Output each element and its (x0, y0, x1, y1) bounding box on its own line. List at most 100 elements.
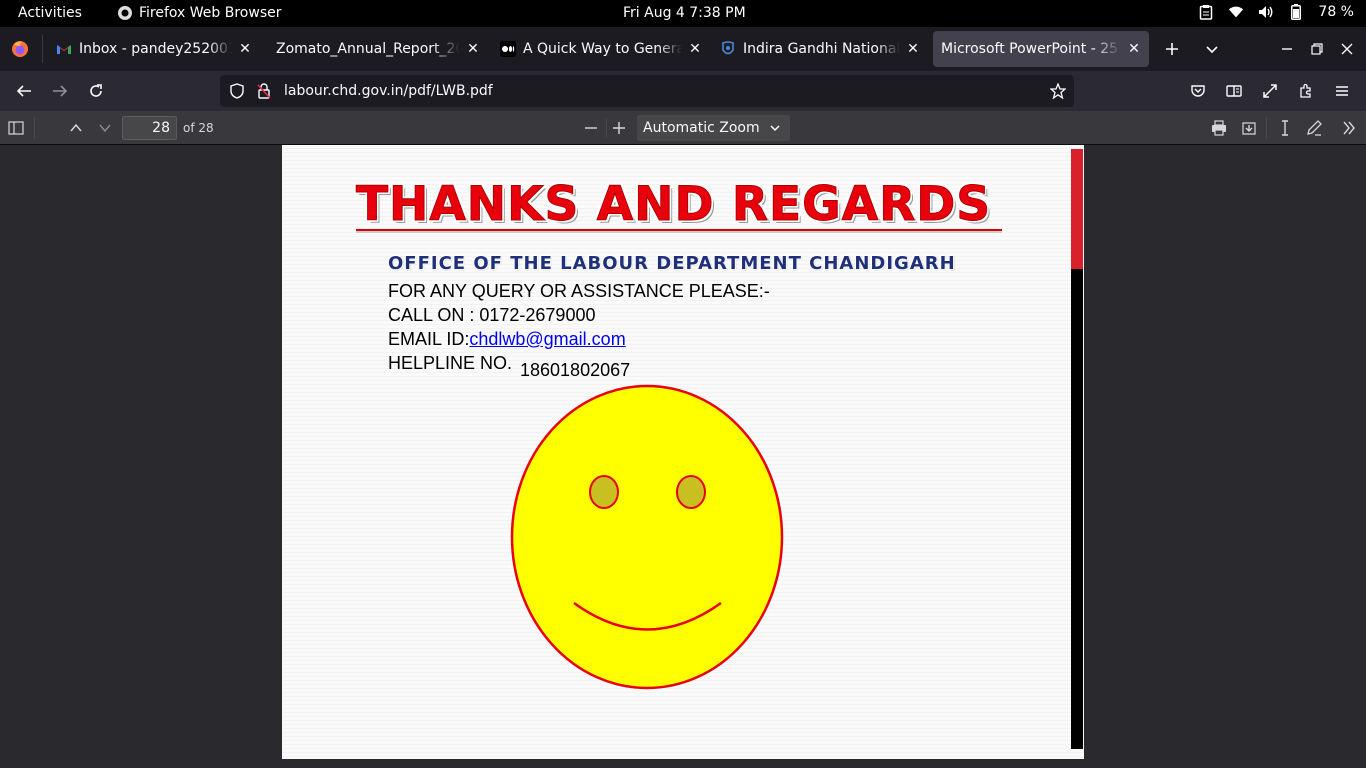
previous-page-button[interactable] (65, 117, 87, 139)
plus-icon (613, 122, 625, 134)
chevron-down-icon (1206, 46, 1218, 54)
tab-powerpoint[interactable]: Microsoft PowerPoint - 25.0 ✕ (933, 31, 1149, 67)
insecure-lock-icon[interactable] (256, 83, 272, 99)
tab-title: Microsoft PowerPoint - 25.0 (941, 41, 1121, 57)
next-page-button[interactable] (94, 117, 116, 139)
print-button[interactable] (1208, 117, 1230, 139)
activities-button[interactable]: Activities (18, 5, 82, 21)
smiley-face (510, 384, 784, 690)
battery-percentage: 78 % (1318, 4, 1354, 20)
bookmark-star-icon[interactable] (1050, 83, 1066, 99)
clock[interactable]: Fri Aug 4 7:38 PM (623, 5, 746, 21)
sidebar-toggle-icon (8, 121, 24, 135)
list-all-tabs-button[interactable] (1202, 39, 1222, 59)
close-window-button[interactable] (1337, 39, 1357, 59)
zoom-in-button[interactable] (608, 117, 630, 139)
pdf-page: THANKS AND REGARDS OFFICE OF THE LABOUR … (282, 145, 1084, 759)
zoom-out-button[interactable] (580, 117, 602, 139)
helpline-number: 18601802067 (520, 360, 631, 380)
close-icon[interactable]: ✕ (906, 41, 920, 57)
sidebar-icon (1226, 85, 1242, 97)
tab-medium-article[interactable]: A Quick Way to Generate ✕ (492, 31, 710, 67)
close-icon[interactable]: ✕ (238, 41, 252, 57)
title-underline (356, 229, 1002, 231)
firefox-app-icon (118, 6, 132, 20)
system-tray[interactable]: 78 % (1198, 4, 1354, 20)
app-menu[interactable]: Firefox Web Browser (117, 5, 282, 21)
download-icon (1242, 122, 1256, 135)
email-line: EMAIL ID:chdlwb@gmail.com (388, 329, 626, 350)
volume-icon[interactable] (1258, 4, 1274, 20)
restore-icon (1311, 43, 1323, 55)
draw-button[interactable] (1303, 117, 1325, 139)
navigation-toolbar: labour.chd.gov.in/pdf/LWB.pdf (0, 71, 1366, 111)
fullscreen-button[interactable] (1258, 79, 1282, 103)
email-link[interactable]: chdlwb@gmail.com (469, 329, 625, 349)
tab-ignou[interactable]: Indira Gandhi National O ✕ (712, 31, 928, 67)
chevron-down-icon (770, 125, 780, 132)
toolbar-separator (1266, 117, 1267, 139)
tracking-protection-shield-icon[interactable] (229, 83, 245, 99)
reload-button[interactable] (84, 79, 108, 103)
zoom-value: Automatic Zoom (643, 120, 760, 136)
minus-icon (585, 127, 597, 129)
new-tab-button[interactable] (1162, 39, 1182, 59)
call-line: CALL ON : 0172-2679000 (388, 305, 596, 325)
back-button[interactable] (12, 79, 36, 103)
smiley-face-icon (510, 384, 784, 690)
close-icon[interactable]: ✕ (466, 41, 480, 57)
minimize-icon (1282, 48, 1292, 50)
url-bar[interactable]: labour.chd.gov.in/pdf/LWB.pdf (220, 75, 1074, 107)
close-icon[interactable]: ✕ (1127, 41, 1141, 57)
pdf-viewer[interactable]: THANKS AND REGARDS OFFICE OF THE LABOUR … (0, 145, 1366, 768)
tab-zomato-report[interactable]: Zomato_Annual_Report_20 ✕ (268, 31, 488, 67)
app-menu-button[interactable] (1330, 79, 1354, 103)
restore-button[interactable] (1307, 39, 1327, 59)
minimize-button[interactable] (1277, 39, 1297, 59)
firefox-logo-icon (12, 41, 28, 57)
plus-icon (1166, 43, 1178, 55)
email-label: EMAIL ID: (388, 329, 470, 349)
chevron-down-icon (99, 124, 111, 133)
toggle-sidebar-button[interactable] (5, 117, 27, 139)
text-editor-button[interactable] (1274, 117, 1296, 139)
page-count: of 28 (183, 121, 214, 135)
expand-icon (1263, 84, 1277, 98)
close-icon[interactable]: ✕ (688, 41, 702, 57)
pocket-button[interactable] (1186, 79, 1210, 103)
tab-gmail[interactable]: Inbox - pandey252001@ ✕ (48, 31, 260, 67)
reader-sidebar-button[interactable] (1222, 79, 1246, 103)
text-cursor-icon (1282, 120, 1288, 136)
extensions-button[interactable] (1294, 79, 1318, 103)
thanks-title: THANKS AND REGARDS (355, 177, 992, 233)
tab-title: A Quick Way to Generate (523, 41, 682, 57)
tools-menu-button[interactable] (1338, 117, 1360, 139)
gmail-icon (57, 45, 71, 54)
pocket-icon (1191, 85, 1205, 97)
firefox-view-button[interactable] (10, 39, 30, 59)
reload-icon (90, 84, 102, 97)
office-heading: OFFICE OF THE LABOUR DEPARTMENT CHANDIGA… (388, 253, 956, 274)
zoom-select[interactable]: Automatic Zoom (637, 115, 790, 141)
double-chevron-right-icon (1343, 121, 1355, 135)
arrow-left-icon (16, 85, 31, 97)
tab-title: Inbox - pandey252001@ (79, 41, 232, 57)
slide-side-bar-accent (1071, 149, 1083, 269)
download-button[interactable] (1238, 117, 1260, 139)
hamburger-menu-icon (1336, 86, 1348, 96)
close-icon (1341, 43, 1353, 55)
tab-title: Zomato_Annual_Report_20 (276, 41, 460, 57)
ignou-icon (722, 41, 734, 55)
pen-icon (1307, 120, 1322, 136)
query-line: FOR ANY QUERY OR ASSISTANCE PLEASE:- (388, 281, 770, 301)
wifi-icon[interactable] (1228, 4, 1244, 20)
tab-separator (42, 35, 43, 63)
smiley-right-eye (676, 475, 706, 509)
page-number-input[interactable]: 28 (122, 116, 177, 140)
medium-icon (500, 41, 516, 57)
battery-icon[interactable] (1288, 4, 1304, 20)
forward-button[interactable] (48, 79, 72, 103)
clipboard-icon[interactable] (1198, 4, 1214, 20)
chevron-up-icon (70, 123, 82, 132)
url-text[interactable]: labour.chd.gov.in/pdf/LWB.pdf (284, 83, 493, 99)
